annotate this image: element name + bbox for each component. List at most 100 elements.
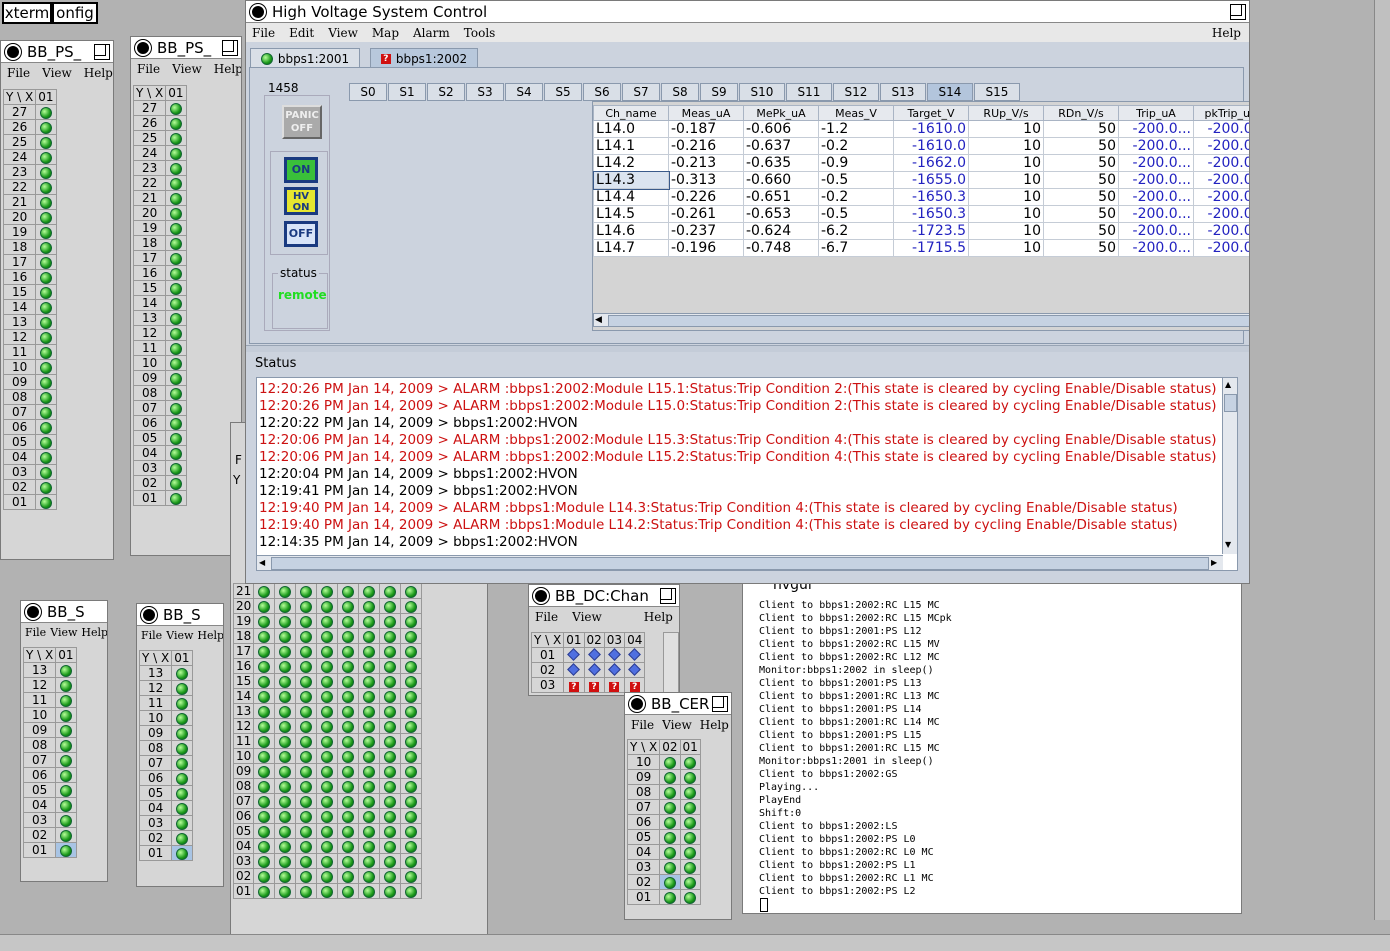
status-ok-icon[interactable] [405, 600, 418, 613]
subtab-s10[interactable]: S10 [739, 83, 785, 101]
status-ok-icon[interactable] [405, 765, 418, 778]
grid-cell[interactable] [55, 737, 77, 753]
grid-cell[interactable] [274, 808, 297, 824]
grid-cell[interactable] [358, 823, 381, 839]
grid-cell[interactable] [165, 340, 187, 356]
menu-map[interactable]: Map [372, 26, 399, 40]
status-ok-icon[interactable] [279, 660, 292, 673]
grid-cell[interactable] [400, 763, 423, 779]
status-ok-icon[interactable] [59, 739, 72, 752]
subtab-s11[interactable]: S11 [786, 83, 832, 101]
status-ok-icon[interactable] [300, 645, 313, 658]
status-ok-icon[interactable] [363, 780, 376, 793]
panic-off-button[interactable]: PANIC OFF [282, 105, 322, 139]
table-cell[interactable]: -0.637 [743, 137, 819, 155]
status-ok-icon[interactable] [39, 106, 52, 119]
grid-cell[interactable] [679, 889, 701, 905]
grid-cell[interactable] [35, 464, 57, 480]
status-ok-icon[interactable] [39, 301, 52, 314]
menu-file[interactable]: File [25, 626, 46, 639]
menu-view[interactable]: View [572, 610, 602, 624]
status-ok-icon[interactable] [300, 795, 313, 808]
status-ok-icon[interactable] [39, 121, 52, 134]
grid-cell[interactable] [379, 628, 402, 644]
grid-cell[interactable] [171, 695, 193, 711]
status-ok-icon[interactable] [342, 660, 355, 673]
scroll-left-arrow[interactable]: ◀ [259, 558, 265, 567]
status-ok-icon[interactable] [258, 780, 271, 793]
table-cell[interactable]: -200.0... [1118, 120, 1194, 138]
menu-file[interactable]: File [252, 26, 275, 40]
table-cell[interactable]: 50 [1043, 171, 1119, 189]
status-ok-icon[interactable] [663, 786, 676, 799]
grid-cell[interactable] [274, 823, 297, 839]
status-ok-icon[interactable] [169, 312, 182, 325]
xterm-button[interactable]: xterm [2, 2, 52, 24]
grid-cell[interactable] [253, 808, 276, 824]
status-ok-icon[interactable] [39, 211, 52, 224]
grid-cell[interactable] [171, 785, 193, 801]
grid-cell[interactable] [316, 748, 339, 764]
grid-cell[interactable] [35, 359, 57, 375]
status-ok-icon[interactable] [684, 846, 697, 859]
grid-cell[interactable] [165, 130, 187, 146]
grid-cell[interactable] [295, 823, 318, 839]
grid-cell[interactable] [274, 868, 297, 884]
status-ok-icon[interactable] [175, 682, 188, 695]
grid-cell[interactable] [358, 658, 381, 674]
status-ok-icon[interactable] [169, 372, 182, 385]
grid-cell[interactable] [165, 190, 187, 206]
grid-cell[interactable] [316, 733, 339, 749]
status-ok-icon[interactable] [59, 664, 72, 677]
column-header[interactable]: RDn_V/s [1043, 105, 1119, 121]
subtab-s12[interactable]: S12 [833, 83, 879, 101]
status-ok-icon[interactable] [258, 705, 271, 718]
grid-cell[interactable] [171, 800, 193, 816]
status-ok-icon[interactable] [300, 825, 313, 838]
menu-view[interactable]: View [172, 62, 202, 76]
grid-cell[interactable] [400, 853, 423, 869]
window-menu-icon[interactable] [25, 603, 41, 620]
tab-bbps1-2002[interactable]: ? bbps1:2002 [370, 48, 478, 68]
table-cell[interactable]: L14.6 [593, 222, 669, 240]
table-cell[interactable]: 10 [968, 171, 1044, 189]
status-ok-icon[interactable] [342, 645, 355, 658]
status-ok-icon[interactable] [405, 645, 418, 658]
grid-cell[interactable] [400, 583, 423, 599]
grid-cell[interactable] [295, 838, 318, 854]
grid-cell[interactable] [583, 647, 605, 663]
table-cell[interactable]: 10 [968, 120, 1044, 138]
table-cell[interactable]: -0.237 [668, 222, 744, 240]
menu-file[interactable]: File [535, 610, 558, 624]
status-ok-icon[interactable] [279, 585, 292, 598]
status-ok-icon[interactable] [684, 861, 697, 874]
table-cell[interactable]: -1610.0 [893, 137, 969, 155]
grid-cell[interactable] [679, 769, 701, 785]
menu-help[interactable]: Help [197, 629, 223, 642]
column-header[interactable]: Meas_V [818, 105, 894, 121]
grid-cell[interactable] [35, 134, 57, 150]
grid-cell[interactable] [400, 718, 423, 734]
grid-cell[interactable] [55, 677, 77, 693]
grid-cell[interactable] [165, 250, 187, 266]
grid-cell[interactable] [35, 329, 57, 345]
grid-cell[interactable] [400, 838, 423, 854]
grid-cell[interactable] [337, 883, 360, 899]
scroll-left-arrow[interactable]: ◀ [595, 315, 605, 325]
table-cell[interactable]: -0.5 [818, 171, 894, 189]
grid-cell[interactable] [171, 755, 193, 771]
grid-cell[interactable] [253, 793, 276, 809]
status-ok-icon[interactable] [169, 147, 182, 160]
config-button[interactable]: onfig [52, 2, 98, 24]
hv-on-button[interactable]: HV ON [284, 187, 318, 215]
status-ok-icon[interactable] [342, 825, 355, 838]
grid-cell[interactable]: ? [563, 677, 585, 693]
grid-cell[interactable] [55, 692, 77, 708]
status-ok-icon[interactable] [279, 630, 292, 643]
status-ok-icon[interactable] [405, 810, 418, 823]
grid-cell[interactable] [358, 628, 381, 644]
status-ok-icon[interactable] [39, 151, 52, 164]
status-ok-icon[interactable] [384, 720, 397, 733]
grid-cell[interactable] [337, 643, 360, 659]
table-cell[interactable]: L14.0 [593, 120, 669, 138]
